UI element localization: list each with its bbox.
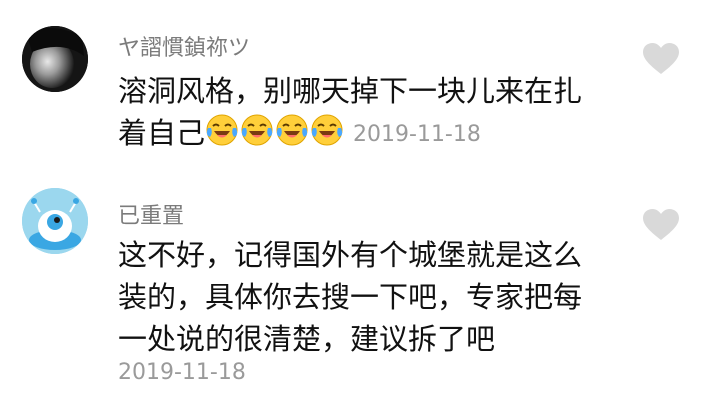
avatar-image (22, 188, 88, 254)
comment-line-text: 着自己 (118, 116, 206, 150)
username[interactable]: 已重置 (118, 198, 184, 230)
comment-line: 一处说的很清楚，建议拆了吧 (118, 322, 496, 356)
heart-icon (643, 209, 679, 240)
avatar-image (22, 26, 88, 92)
heart-icon (643, 43, 679, 74)
laughing-crying-emoji (206, 114, 238, 146)
avatar[interactable] (22, 188, 88, 254)
comment-line: 溶洞风格，别哪天掉下一块儿来在扎 (118, 74, 583, 108)
laughing-crying-emoji (276, 114, 308, 146)
comment-date: 2019-11-18 (353, 122, 481, 147)
laughing-crying-emoji (311, 114, 343, 146)
comment-line: 装的，具体你去搜一下吧，专家把每 (118, 280, 583, 314)
comment-item: ヤ謵慣鍞祢ツ 溶洞风格，别哪天掉下一块儿来在扎 着自己 2019-11-18 (0, 0, 706, 180)
username[interactable]: ヤ謵慣鍞祢ツ (118, 30, 250, 62)
comment-line: 着自己 2019-11-18 (118, 112, 582, 158)
avatar[interactable] (22, 26, 88, 92)
like-button[interactable] (642, 42, 680, 76)
comment-text: 这不好，记得国外有个城堡就是这么 装的，具体你去搜一下吧，专家把每 一处说的很清… (118, 234, 582, 360)
emoji-group (205, 113, 345, 158)
comment-line: 这不好，记得国外有个城堡就是这么 (118, 238, 583, 272)
comment-item: 已重置 这不好，记得国外有个城堡就是这么 装的，具体你去搜一下吧，专家把每 一处… (0, 180, 706, 403)
laughing-crying-emoji (241, 114, 273, 146)
comment-text: 溶洞风格，别哪天掉下一块儿来在扎 着自己 2019-11-18 (118, 70, 582, 158)
comment-date: 2019-11-18 (118, 360, 246, 385)
like-button[interactable] (642, 208, 680, 242)
